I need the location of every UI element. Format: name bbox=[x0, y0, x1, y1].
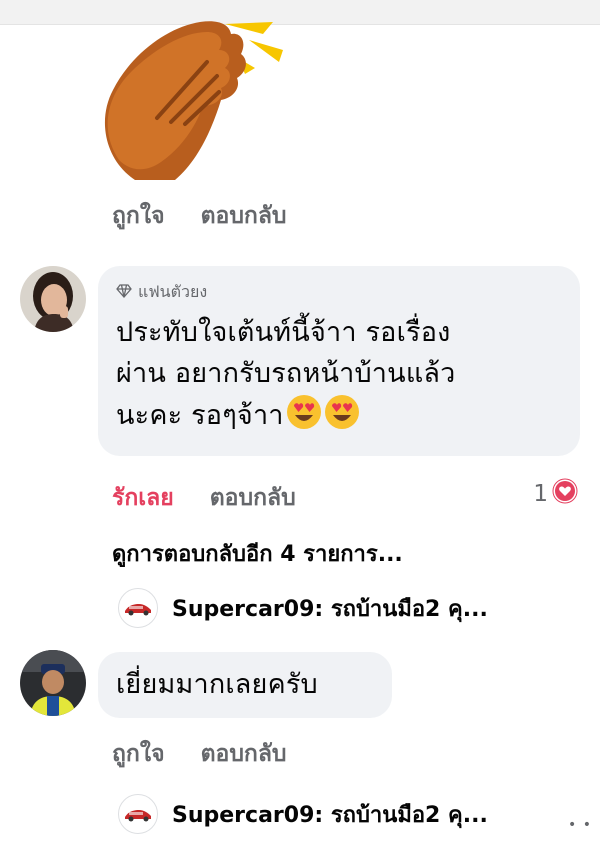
comment-line: นะคะ รอๆจ้าา bbox=[116, 394, 456, 436]
avatar[interactable] bbox=[20, 650, 86, 716]
comment-line: ประทับใจเต้นท์นี้จ้าา รอเรื่อง bbox=[116, 317, 451, 348]
love-button[interactable]: รักเลย bbox=[112, 480, 174, 516]
comment-bubble: แฟนตัวยง ประทับใจเต้นท์นี้จ้าา รอเรื่อง … bbox=[98, 266, 580, 456]
reply-preview[interactable]: Supercar09: รถบ้านมือ2 คุ... bbox=[118, 588, 488, 628]
top-fan-badge: แฟนตัวยง bbox=[116, 280, 207, 305]
reply-preview[interactable]: Supercar09: รถบ้านมือ2 คุ... bbox=[118, 794, 488, 834]
reply-preview-text: Supercar09: รถบ้านมือ2 คุ... bbox=[172, 802, 488, 828]
comment-line: ผ่าน อยากรับรถหน้าบ้านแล้ว bbox=[116, 358, 456, 389]
comment-actions: ถูกใจ ตอบกลับ bbox=[112, 736, 287, 772]
like-button[interactable]: ถูกใจ bbox=[112, 736, 165, 772]
more-options-icon[interactable]: • • bbox=[568, 817, 592, 833]
comment-text: เยี่ยมมากเลยครับ bbox=[116, 669, 318, 700]
avatar[interactable] bbox=[20, 266, 86, 332]
like-button[interactable]: ถูกใจ bbox=[112, 198, 165, 234]
comment-actions: ถูกใจ ตอบกลับ bbox=[112, 198, 287, 234]
diamond-icon bbox=[116, 283, 132, 302]
reply-button[interactable]: ตอบกลับ bbox=[201, 198, 287, 234]
supercar09-avatar bbox=[118, 794, 158, 834]
badge-label: แฟนตัวยง bbox=[138, 282, 208, 301]
view-more-replies-link[interactable]: ดูการตอบกลับอีก 4 รายการ... bbox=[112, 536, 403, 571]
comment-bubble: เยี่ยมมากเลยครับ bbox=[98, 652, 392, 718]
supercar09-avatar bbox=[118, 588, 158, 628]
heart-eyes-emoji bbox=[286, 394, 322, 430]
comment-text: ประทับใจเต้นท์นี้จ้าา รอเรื่อง ผ่าน อยาก… bbox=[116, 312, 456, 436]
reply-button[interactable]: ตอบกลับ bbox=[210, 480, 296, 516]
comment-line-text: นะคะ รอๆจ้าา bbox=[116, 400, 284, 431]
heart-eyes-emoji bbox=[324, 394, 360, 430]
love-reaction-icon bbox=[552, 478, 578, 510]
reaction-count-number: 1 bbox=[533, 481, 548, 507]
reaction-count[interactable]: 1 bbox=[533, 478, 578, 510]
reply-button[interactable]: ตอบกลับ bbox=[201, 736, 287, 772]
clapping-hands-emoji bbox=[95, 10, 295, 181]
comment-actions: รักเลย ตอบกลับ bbox=[112, 480, 296, 516]
reply-preview-text: Supercar09: รถบ้านมือ2 คุ... bbox=[172, 596, 488, 622]
top-bar bbox=[0, 0, 600, 25]
